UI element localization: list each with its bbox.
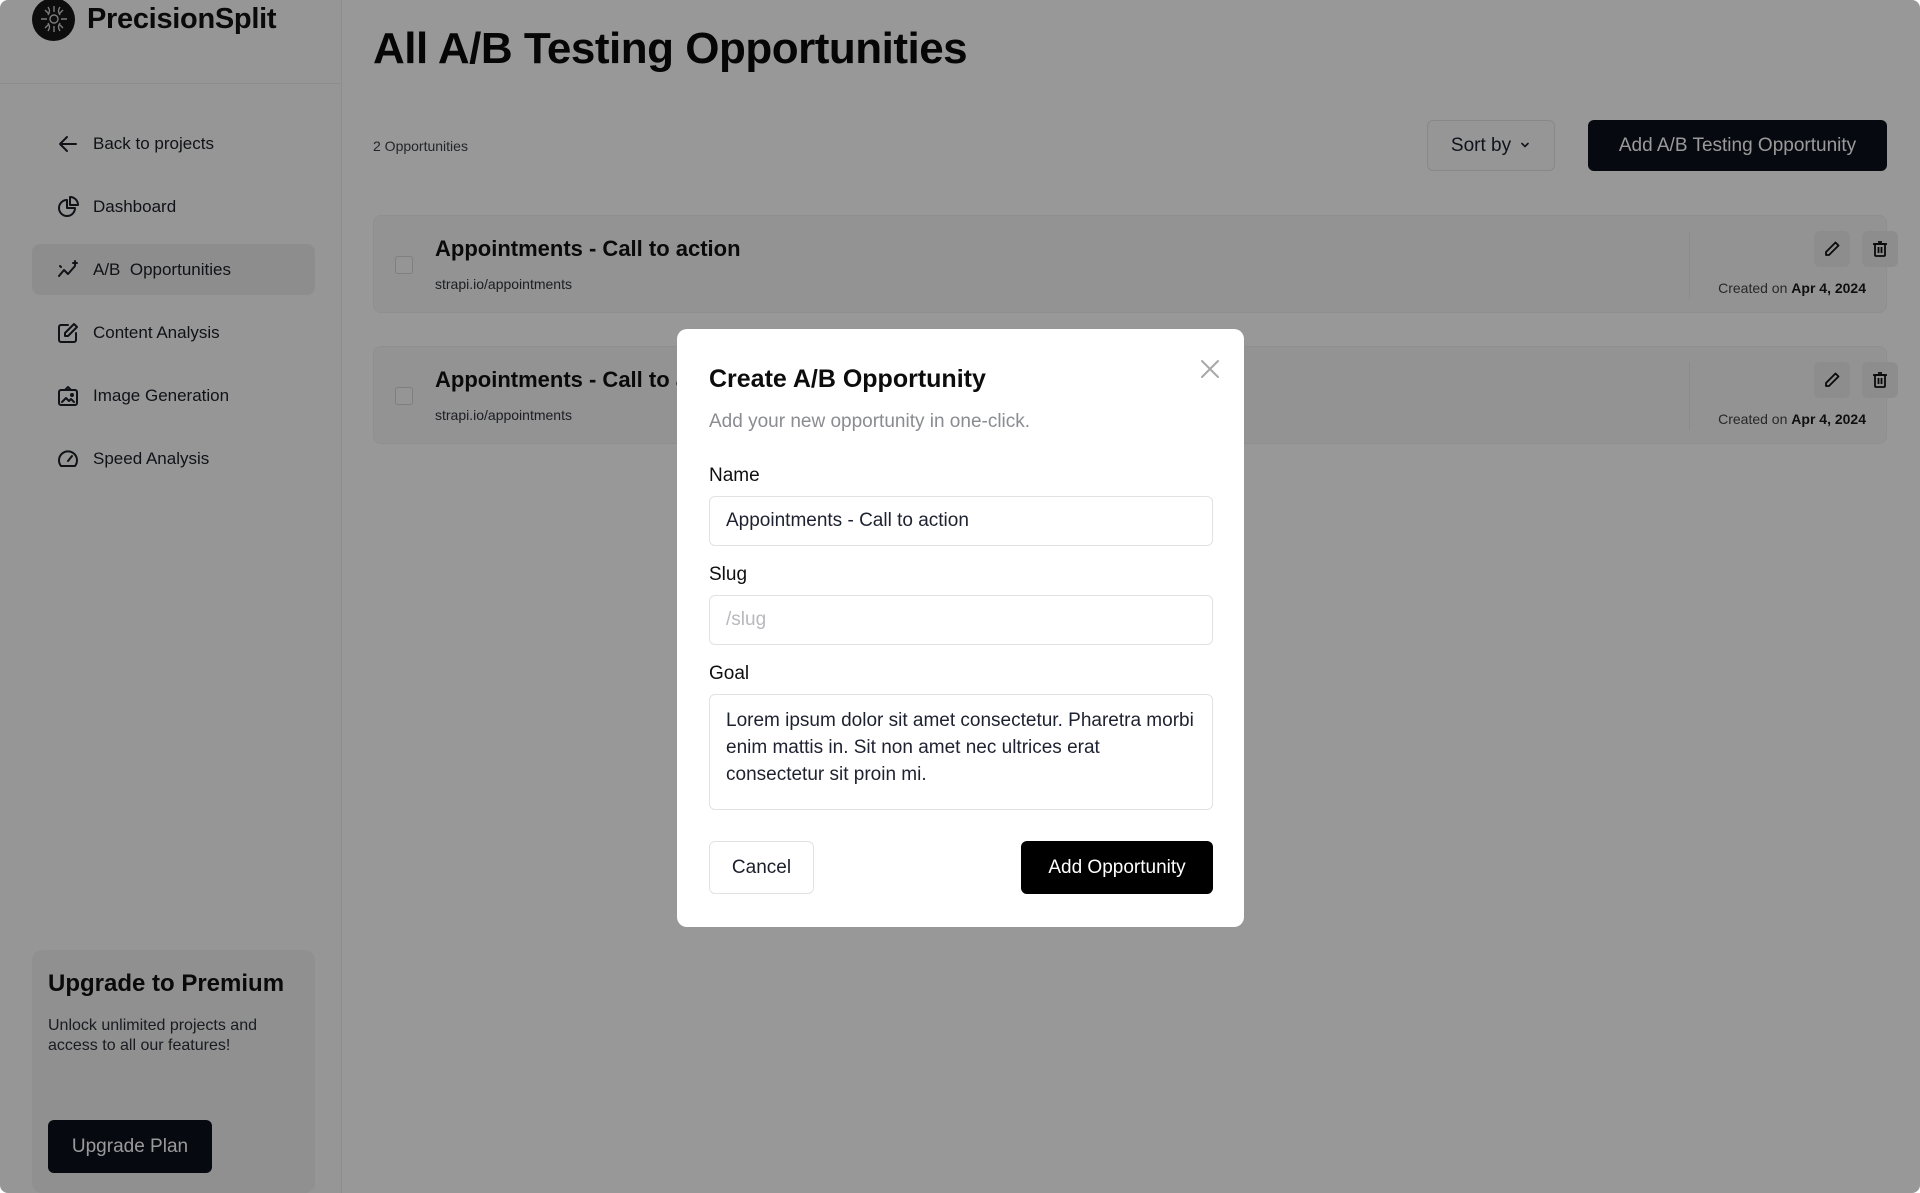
goal-label: Goal: [709, 663, 750, 684]
app-window: PrecisionSplit Back to projects Dashboar…: [0, 0, 1920, 1193]
close-icon: [1201, 360, 1219, 378]
modal-subtitle: Add your new opportunity in one-click.: [709, 411, 1031, 432]
slug-label: Slug: [709, 564, 748, 585]
cancel-button[interactable]: Cancel: [709, 841, 814, 894]
close-button[interactable]: [1194, 353, 1226, 385]
create-opportunity-modal: Create A/B Opportunity Add your new oppo…: [677, 329, 1244, 927]
modal-title: Create A/B Opportunity: [709, 365, 986, 393]
goal-textarea[interactable]: Lorem ipsum dolor sit amet consectetur. …: [709, 694, 1213, 810]
add-opportunity-button[interactable]: Add Opportunity: [1021, 841, 1213, 894]
name-label: Name: [709, 465, 760, 486]
name-input[interactable]: [709, 496, 1213, 546]
slug-input[interactable]: [709, 595, 1213, 645]
